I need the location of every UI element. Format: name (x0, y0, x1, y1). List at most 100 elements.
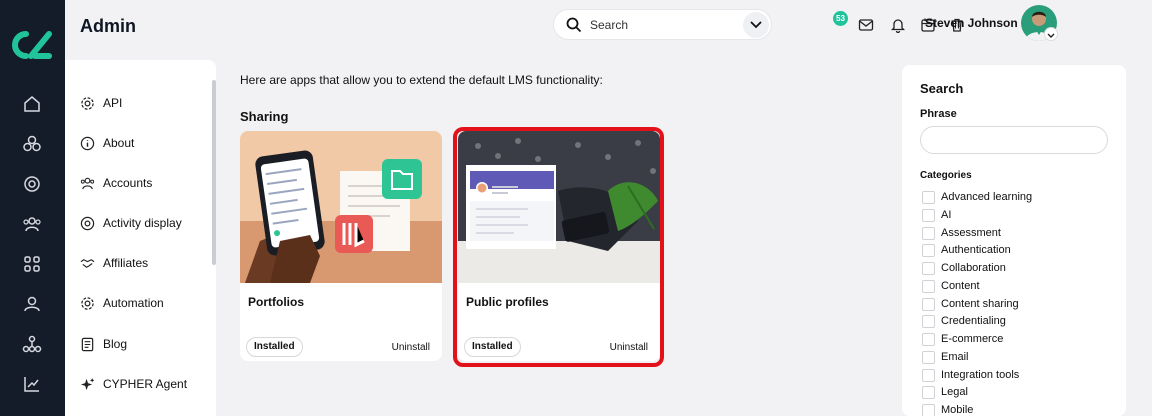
category-label: Legal (941, 386, 968, 398)
phrase-input[interactable] (920, 126, 1108, 154)
category-label: Assessment (941, 227, 1001, 239)
category-label: Integration tools (941, 369, 1020, 381)
courses-icon[interactable] (22, 134, 42, 154)
search-input[interactable]: Search (590, 18, 628, 32)
category-checkbox[interactable]: E-commerce (922, 331, 1003, 347)
reports-icon[interactable] (22, 374, 42, 394)
chevron-down-icon (1047, 33, 1055, 38)
user-menu-toggle[interactable] (1044, 27, 1058, 41)
user-icon[interactable] (22, 294, 42, 314)
submenu-item-label: Activity display (103, 216, 182, 230)
category-label: Collaboration (941, 262, 1006, 274)
category-label: Credentialing (941, 315, 1006, 327)
category-label: Advanced learning (941, 191, 1033, 203)
search-icon (566, 17, 582, 33)
submenu-item-label: API (103, 96, 123, 110)
sparkle-icon (80, 377, 95, 390)
gear-icon (81, 96, 94, 110)
category-label: AI (941, 209, 952, 221)
page-title: Admin (80, 16, 136, 36)
info-icon (80, 136, 95, 150)
target-icon[interactable] (22, 174, 42, 194)
checkbox[interactable] (922, 385, 935, 399)
submenu-item-cypher-agent[interactable]: CYPHER Agent (80, 374, 187, 394)
search-filter-panel: Search Phrase Categories Advanced learni… (902, 65, 1126, 416)
submenu-item-api[interactable]: API (80, 93, 122, 113)
category-label: Content (941, 280, 980, 292)
gear-icon (81, 296, 94, 310)
uninstall-button[interactable]: Uninstall (392, 342, 430, 353)
category-checkbox[interactable]: Collaboration (922, 260, 1006, 276)
brand-logo[interactable] (11, 30, 53, 60)
submenu-item-automation[interactable]: Automation (80, 293, 164, 313)
hierarchy-icon[interactable] (22, 334, 42, 354)
category-checkbox[interactable]: AI (922, 207, 951, 223)
checkbox[interactable] (922, 243, 935, 257)
category-checkbox[interactable]: Email (922, 349, 969, 365)
submenu-item-label: Accounts (103, 176, 153, 190)
category-label: Mobile (941, 404, 974, 416)
checkbox[interactable] (922, 297, 935, 311)
submenu-item-label: Affiliates (103, 256, 149, 270)
category-checkbox[interactable]: Content (922, 278, 980, 294)
category-checkbox[interactable]: Assessment (922, 225, 1001, 241)
submenu-item-label: About (103, 136, 135, 150)
intro-text: Here are apps that allow you to extend t… (240, 73, 603, 87)
section-title: Sharing (240, 109, 289, 124)
activity-icon (80, 216, 95, 230)
accounts-icon (80, 177, 95, 189)
handshake-icon (80, 258, 95, 268)
categories-label: Categories (920, 170, 972, 181)
global-search[interactable]: Search (553, 9, 772, 40)
submenu-item-about[interactable]: About (80, 133, 134, 153)
category-checkbox[interactable]: Content sharing (922, 296, 1019, 312)
category-checkbox[interactable]: Mobile (922, 402, 973, 416)
checkbox[interactable] (922, 403, 935, 416)
checkbox[interactable] (922, 368, 935, 382)
submenu-item-activity-display[interactable]: Activity display (80, 213, 182, 233)
category-checkbox[interactable]: Advanced learning (922, 189, 1032, 205)
submenu-item-label: CYPHER Agent (103, 377, 188, 391)
apps-icon[interactable] (22, 254, 42, 274)
submenu-item-affiliates[interactable]: Affiliates (80, 253, 148, 273)
status-badge: Installed (246, 337, 303, 357)
portfolios-image (240, 131, 442, 283)
category-checkbox[interactable]: Integration tools (922, 367, 1019, 383)
chevron-down-icon (750, 21, 762, 29)
submenu-item-label: Blog (103, 337, 128, 351)
notification-badge: 53 (833, 11, 848, 26)
users-icon[interactable] (22, 214, 42, 234)
user-name[interactable]: Steven Johnson (925, 16, 1018, 30)
main-nav-rail (0, 0, 65, 416)
panel-title: Search (920, 81, 964, 96)
app-card-portfolios[interactable]: Portfolios Installed Uninstall (240, 131, 442, 361)
checkbox[interactable] (922, 208, 935, 222)
mail-icon[interactable] (858, 17, 874, 33)
card-title: Portfolios (248, 295, 304, 309)
category-checkbox[interactable]: Credentialing (922, 313, 1006, 329)
checkbox[interactable] (922, 279, 935, 293)
category-checkbox[interactable]: Authentication (922, 242, 1011, 258)
blog-icon (81, 337, 94, 351)
phrase-label: Phrase (920, 108, 957, 120)
checkbox[interactable] (922, 261, 935, 275)
category-label: Email (941, 351, 969, 363)
selection-highlight (453, 127, 664, 367)
category-label: Content sharing (941, 298, 1019, 310)
category-checkbox[interactable]: Legal (922, 384, 968, 400)
checkbox[interactable] (922, 226, 935, 240)
checkbox[interactable] (922, 350, 935, 364)
submenu-item-label: Automation (103, 296, 164, 310)
bell-icon[interactable] (890, 17, 906, 33)
search-scope-dropdown[interactable] (743, 12, 769, 38)
category-label: E-commerce (941, 333, 1004, 345)
checkbox[interactable] (922, 314, 935, 328)
submenu-item-blog[interactable]: Blog (80, 334, 127, 354)
checkbox[interactable] (922, 190, 935, 204)
submenu-item-accounts[interactable]: Accounts (80, 173, 152, 193)
submenu-scrollbar[interactable] (212, 80, 216, 265)
checkbox[interactable] (922, 332, 935, 346)
category-label: Authentication (941, 244, 1011, 256)
home-icon[interactable] (22, 94, 42, 114)
admin-submenu: API About Accounts Activity display Affi… (65, 60, 216, 416)
